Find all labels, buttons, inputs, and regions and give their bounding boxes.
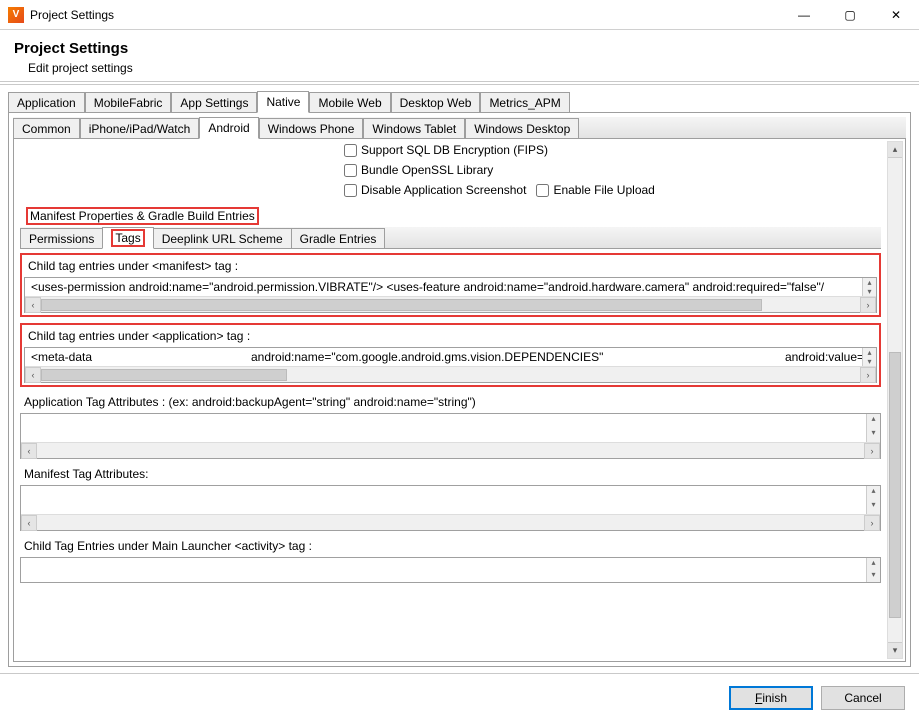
textbox-content	[21, 558, 880, 576]
application-children-label: Child tag entries under <application> ta…	[24, 327, 877, 345]
manifest-children-input[interactable]: <uses-permission android:name="android.p…	[24, 277, 877, 313]
tags-pane: Child tag entries under <manifest> tag :…	[20, 253, 881, 583]
page-title: Project Settings	[14, 40, 905, 57]
manifest-tag-attrs-group: Manifest Tag Attributes: ▴▾ ‹ ›	[20, 465, 881, 531]
top-tabbar: ApplicationMobileFabricApp SettingsNativ…	[8, 91, 911, 113]
launcher-children-group: Child Tag Entries under Main Launcher <a…	[20, 537, 881, 583]
tab-desktop-web[interactable]: Desktop Web	[391, 92, 481, 112]
manifest-section-title: Manifest Properties & Gradle Build Entri…	[26, 207, 259, 225]
scroll-down-icon[interactable]: ▾	[888, 642, 902, 658]
checkbox-bundle-openssl[interactable]: Bundle OpenSSL Library	[344, 163, 493, 177]
scroll-right-icon[interactable]: ›	[860, 367, 876, 383]
manifest-tab-tags[interactable]: Tags	[102, 227, 153, 249]
minimize-button[interactable]: —	[781, 0, 827, 30]
textbox-content	[21, 486, 880, 514]
manifest-tag-attrs-label: Manifest Tag Attributes:	[20, 465, 881, 483]
body: ApplicationMobileFabricApp SettingsNativ…	[0, 84, 919, 673]
scroll-left-icon[interactable]: ‹	[25, 367, 41, 383]
app-tag-attrs-input[interactable]: ▴▾ ‹ ›	[20, 413, 881, 459]
scroll-left-icon[interactable]: ‹	[21, 443, 37, 459]
checkbox-enable-file-upload[interactable]: Enable File Upload	[536, 183, 654, 197]
tab-metrics-apm[interactable]: Metrics_APM	[480, 92, 569, 112]
application-children-group: Child tag entries under <application> ta…	[20, 323, 881, 387]
checkbox-label: Enable File Upload	[553, 183, 654, 197]
checkbox-row-3: Disable Application Screenshot Enable Fi…	[14, 179, 887, 199]
native-pane: CommoniPhone/iPad/WatchAndroidWindows Ph…	[8, 113, 911, 667]
checkbox-label: Support SQL DB Encryption (FIPS)	[361, 143, 548, 157]
manifest-children-label: Child tag entries under <manifest> tag :	[24, 257, 877, 275]
manifest-tabbar: PermissionsTagsDeeplink URL SchemeGradle…	[20, 227, 881, 249]
maximize-button[interactable]: ▢	[827, 0, 873, 30]
platform-tab-windows-desktop[interactable]: Windows Desktop	[465, 118, 579, 138]
android-pane: Support SQL DB Encryption (FIPS) Bundle …	[13, 139, 906, 662]
checkbox-label: Bundle OpenSSL Library	[361, 163, 493, 177]
platform-tab-windows-tablet[interactable]: Windows Tablet	[363, 118, 465, 138]
platform-tabbar: CommoniPhone/iPad/WatchAndroidWindows Ph…	[13, 117, 906, 139]
hscrollbar[interactable]: ‹ ›	[25, 296, 876, 312]
checkbox-sql-fips[interactable]: Support SQL DB Encryption (FIPS)	[344, 143, 548, 157]
application-children-input[interactable]: <meta-data android:name="com.google.andr…	[24, 347, 877, 383]
vertical-scrollbar[interactable]: ▴ ▾	[887, 141, 903, 659]
spin-buttons[interactable]: ▴▾	[866, 414, 880, 442]
launcher-children-label: Child Tag Entries under Main Launcher <a…	[20, 537, 881, 555]
manifest-children-group: Child tag entries under <manifest> tag :…	[20, 253, 881, 317]
hscrollbar[interactable]: ‹ ›	[25, 366, 876, 382]
close-button[interactable]: ✕	[873, 0, 919, 30]
app-icon: V	[8, 7, 24, 23]
spin-buttons[interactable]: ▴▾	[866, 558, 880, 582]
platform-tab-iphone-ipad-watch[interactable]: iPhone/iPad/Watch	[80, 118, 200, 138]
scroll-left-icon[interactable]: ‹	[21, 515, 37, 531]
scroll-right-icon[interactable]: ›	[864, 443, 880, 459]
finish-button[interactable]: Finish	[729, 686, 813, 710]
page-subtitle: Edit project settings	[28, 61, 905, 75]
tab-native[interactable]: Native	[257, 91, 309, 113]
tab-application[interactable]: Application	[8, 92, 85, 112]
tab-mobilefabric[interactable]: MobileFabric	[85, 92, 172, 112]
manifest-tab-permissions[interactable]: Permissions	[20, 228, 103, 248]
window-title: Project Settings	[30, 8, 114, 22]
tab-app-settings[interactable]: App Settings	[171, 92, 257, 112]
footer: Finish Cancel	[0, 673, 919, 721]
manifest-tab-deeplink-url-scheme[interactable]: Deeplink URL Scheme	[153, 228, 292, 248]
tab-mobile-web[interactable]: Mobile Web	[309, 92, 390, 112]
platform-tab-common[interactable]: Common	[13, 118, 80, 138]
scroll-right-icon[interactable]: ›	[864, 515, 880, 531]
titlebar: V Project Settings — ▢ ✕	[0, 0, 919, 30]
hscrollbar[interactable]: ‹ ›	[21, 514, 880, 530]
textbox-content	[21, 414, 880, 442]
checkbox-row-2: Bundle OpenSSL Library	[14, 159, 887, 179]
spin-buttons[interactable]: ▴▾	[862, 278, 876, 296]
checkbox-label: Disable Application Screenshot	[361, 183, 526, 197]
manifest-tag-attrs-input[interactable]: ▴▾ ‹ ›	[20, 485, 881, 531]
scroll-left-icon[interactable]: ‹	[25, 297, 41, 313]
checkbox-row-1: Support SQL DB Encryption (FIPS)	[14, 139, 887, 159]
platform-tab-windows-phone[interactable]: Windows Phone	[259, 118, 364, 138]
spin-buttons[interactable]: ▴▾	[862, 348, 876, 366]
scroll-right-icon[interactable]: ›	[860, 297, 876, 313]
cancel-button[interactable]: Cancel	[821, 686, 905, 710]
header: Project Settings Edit project settings	[0, 30, 919, 82]
textbox-content: <uses-permission android:name="android.p…	[25, 278, 876, 296]
hscrollbar[interactable]: ‹ ›	[21, 442, 880, 458]
manifest-tab-gradle-entries[interactable]: Gradle Entries	[291, 228, 386, 248]
scroll-up-icon[interactable]: ▴	[888, 142, 902, 158]
spin-buttons[interactable]: ▴▾	[866, 486, 880, 514]
app-tag-attrs-group: Application Tag Attributes : (ex: androi…	[20, 393, 881, 459]
textbox-content: <meta-data android:name="com.google.andr…	[25, 348, 876, 366]
launcher-children-input[interactable]: ▴▾	[20, 557, 881, 583]
platform-tab-android[interactable]: Android	[199, 117, 258, 139]
app-tag-attrs-label: Application Tag Attributes : (ex: androi…	[20, 393, 881, 411]
checkbox-disable-screenshot[interactable]: Disable Application Screenshot	[344, 183, 526, 197]
